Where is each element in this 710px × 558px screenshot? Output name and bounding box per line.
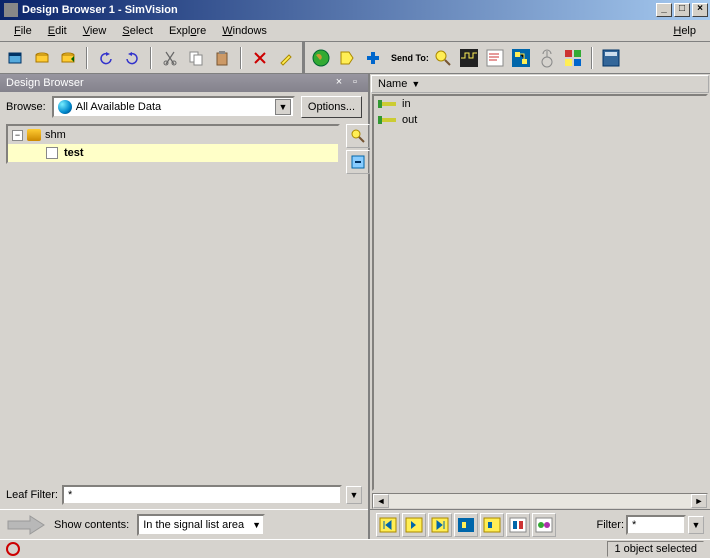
window-title: Design Browser 1 - SimVision: [22, 4, 178, 16]
nav-next-button[interactable]: [428, 513, 452, 537]
close-button[interactable]: ×: [692, 3, 708, 17]
pane-undock-icon[interactable]: ▫: [348, 76, 362, 90]
menu-bar: File Edit View Select Explore Windows He…: [0, 20, 710, 42]
new-window-button[interactable]: [4, 46, 28, 70]
menu-explore[interactable]: Explore: [161, 23, 214, 39]
list-item[interactable]: in: [374, 96, 706, 112]
chevron-down-icon[interactable]: ▼: [252, 520, 261, 530]
add-button[interactable]: [361, 46, 385, 70]
show-internal-button[interactable]: [532, 513, 556, 537]
sendto-wave-button[interactable]: [457, 46, 481, 70]
main-toolbar: Send To:: [0, 42, 710, 74]
sendto-source-button[interactable]: [483, 46, 507, 70]
title-bar: Design Browser 1 - SimVision _ □ ×: [0, 0, 710, 20]
leaf-filter-dropdown[interactable]: ▼: [346, 486, 362, 504]
show-contents-text: In the signal list area: [143, 519, 244, 531]
globe-button[interactable]: [309, 46, 333, 70]
tree-child-label: test: [64, 147, 84, 159]
tree-node-child[interactable]: test: [8, 144, 338, 162]
browse-label: Browse:: [6, 101, 46, 113]
pane-title: Design Browser: [6, 77, 84, 89]
tag-button[interactable]: [335, 46, 359, 70]
tree-node-root[interactable]: − shm: [8, 126, 338, 144]
list-toolbar: Filter: ▼: [370, 509, 710, 539]
menu-help[interactable]: Help: [665, 23, 704, 39]
sendto-schematic-button[interactable]: [509, 46, 533, 70]
pane-close-icon[interactable]: ×: [332, 76, 346, 90]
signal-in-icon: [378, 99, 398, 109]
undo-button[interactable]: [94, 46, 118, 70]
target-icon[interactable]: [6, 542, 20, 556]
menu-file[interactable]: File: [6, 23, 40, 39]
menu-view[interactable]: View: [75, 23, 115, 39]
show-inout-button[interactable]: [506, 513, 530, 537]
signal-list[interactable]: in out: [372, 94, 708, 491]
browse-row: Browse: All Available Data ▼ Options...: [0, 92, 368, 122]
open-db-button[interactable]: [30, 46, 54, 70]
leaf-filter-input[interactable]: [62, 485, 342, 505]
scroll-right-button[interactable]: ►: [691, 494, 707, 508]
menu-windows[interactable]: Windows: [214, 23, 275, 39]
sendto-search-button[interactable]: [431, 46, 455, 70]
signal-list-pane: Name ▼ in out ◄ ► Fil: [370, 74, 710, 539]
pane-header: Design Browser × ▫: [0, 74, 368, 92]
collapse-icon[interactable]: −: [12, 130, 23, 141]
reload-db-button[interactable]: [56, 46, 80, 70]
options-button[interactable]: Options...: [301, 96, 362, 118]
highlight-button[interactable]: [274, 46, 298, 70]
horizontal-scrollbar[interactable]: ◄ ►: [372, 493, 708, 509]
collapse-all-button[interactable]: [346, 150, 370, 174]
copy-button[interactable]: [184, 46, 208, 70]
show-input-button[interactable]: [454, 513, 478, 537]
list-header-name: Name: [378, 78, 407, 90]
sendto-calc-button[interactable]: [599, 46, 623, 70]
list-header[interactable]: Name ▼: [371, 75, 709, 93]
paste-button[interactable]: [210, 46, 234, 70]
show-contents-label: Show contents:: [54, 519, 129, 531]
scope-tree[interactable]: − shm test: [6, 124, 340, 164]
sendto-label: Send To:: [391, 53, 429, 63]
list-item[interactable]: out: [374, 112, 706, 128]
signal-out-icon: [378, 115, 398, 125]
nav-prev-button[interactable]: [402, 513, 426, 537]
list-item-label: in: [402, 98, 411, 110]
tree-root-label: shm: [45, 129, 66, 141]
status-selection: 1 object selected: [607, 541, 704, 557]
maximize-button[interactable]: □: [674, 3, 690, 17]
find-scope-button[interactable]: [346, 124, 370, 148]
menu-edit[interactable]: Edit: [40, 23, 75, 39]
minimize-button[interactable]: _: [656, 3, 672, 17]
browse-combo-text: All Available Data: [76, 101, 271, 113]
globe-icon: [58, 100, 72, 114]
leaf-filter-row: Leaf Filter: ▼: [0, 481, 368, 509]
cut-button[interactable]: [158, 46, 182, 70]
filter-label: Filter:: [597, 519, 625, 531]
filter-input[interactable]: [626, 515, 686, 535]
module-icon: [46, 147, 58, 159]
show-contents-combo[interactable]: In the signal list area ▼: [137, 514, 265, 536]
nav-first-button[interactable]: [376, 513, 400, 537]
app-icon: [4, 3, 18, 17]
arrow-right-icon: [6, 515, 46, 535]
show-contents-row: Show contents: In the signal list area ▼: [0, 509, 368, 539]
status-bar: 1 object selected: [0, 539, 710, 558]
redo-button[interactable]: [120, 46, 144, 70]
sendto-register-button[interactable]: [561, 46, 585, 70]
chevron-down-icon[interactable]: ▼: [275, 99, 291, 115]
menu-select[interactable]: Select: [114, 23, 161, 39]
show-output-button[interactable]: [480, 513, 504, 537]
leaf-filter-label: Leaf Filter:: [6, 489, 58, 501]
design-browser-pane: Design Browser × ▫ Browse: All Available…: [0, 74, 370, 539]
tree-side-buttons: [344, 122, 368, 176]
database-icon: [27, 129, 41, 141]
list-item-label: out: [402, 114, 417, 126]
sort-indicator-icon: ▼: [411, 79, 420, 89]
main-area: Design Browser × ▫ Browse: All Available…: [0, 74, 710, 539]
scroll-left-button[interactable]: ◄: [373, 494, 389, 508]
delete-button[interactable]: [248, 46, 272, 70]
filter-dropdown[interactable]: ▼: [688, 516, 704, 534]
browse-combo[interactable]: All Available Data ▼: [52, 96, 295, 118]
sendto-memory-button[interactable]: [535, 46, 559, 70]
